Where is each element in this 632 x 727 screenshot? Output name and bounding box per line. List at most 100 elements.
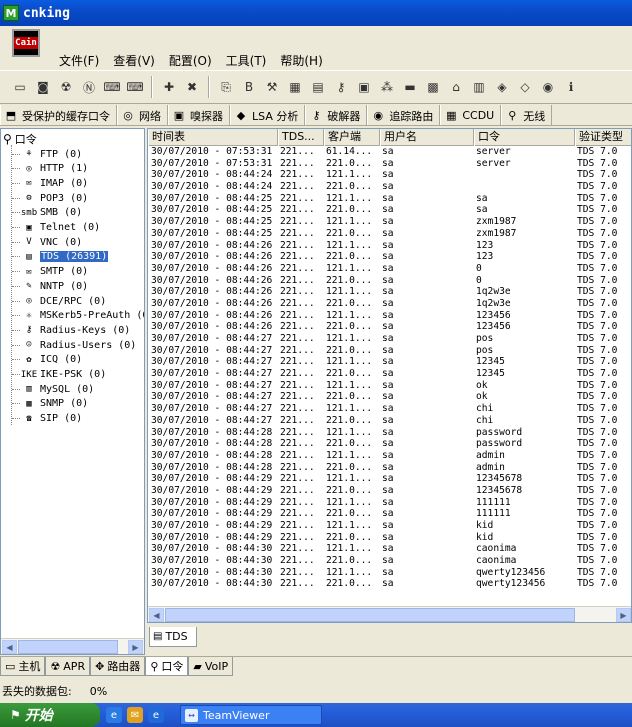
- monitor-icon[interactable]: ▬: [400, 77, 420, 97]
- protocol-tree[interactable]: ⚲ 口令 ⚘ FTP (0) ◎ HTTP (1) ✉ IMAP (0) ⚙ POP3 (0)…: [0, 128, 145, 655]
- base64-icon[interactable]: B: [239, 77, 259, 97]
- tree-item[interactable]: ⚙ POP3 (0): [12, 191, 88, 205]
- table-row[interactable]: 30/07/2010 - 08:44:30 221... 221.0... sa cao…: [148, 555, 631, 567]
- table-row[interactable]: 30/07/2010 - 08:44:29 221... 221.0... sa 123…: [148, 485, 631, 497]
- table-row[interactable]: 30/07/2010 - 08:44:25 221... 221.0... sa zxm…: [148, 228, 631, 240]
- tree-item[interactable]: ✿ ICQ (0): [12, 353, 82, 367]
- table-row[interactable]: 30/07/2010 - 08:44:27 221... 221.0... sa 123…: [148, 368, 631, 380]
- table-row[interactable]: 30/07/2010 - 08:44:30 221... 121.1... sa cao…: [148, 543, 631, 555]
- tab-sniffer[interactable]: ▣ 嗅探器: [168, 105, 230, 125]
- tree-horizontal-scrollbar[interactable]: ◀ ▶: [1, 638, 144, 654]
- tab-lsa[interactable]: ◆ LSA 分析: [230, 105, 306, 125]
- tree-item[interactable]: ☺ Radius-Users (0): [12, 338, 136, 352]
- scroll-right-icon[interactable]: ▶: [616, 608, 631, 622]
- column-header[interactable]: 客户端: [324, 129, 380, 146]
- table-row[interactable]: 30/07/2010 - 07:53:31 221... 221.0... sa ser…: [148, 158, 631, 170]
- tree-item[interactable]: ⚷ Radius-Keys (0): [12, 323, 130, 337]
- table-row[interactable]: 30/07/2010 - 08:44:25 221... 121.1... sa zxm…: [148, 216, 631, 228]
- table-row[interactable]: 30/07/2010 - 08:44:26 221... 121.1... sa 1q2…: [148, 286, 631, 298]
- tree-item[interactable]: smb SMB (0): [12, 206, 82, 220]
- table-row[interactable]: 30/07/2010 - 08:44:28 221... 121.1... sa adm…: [148, 450, 631, 462]
- tool-icon[interactable]: ⚒: [262, 77, 282, 97]
- tree-item[interactable]: ⚘ FTP (0): [12, 147, 82, 161]
- info-icon[interactable]: ℹ: [561, 77, 581, 97]
- menu-item-3[interactable]: 工具(T): [219, 52, 274, 69]
- table-row[interactable]: 30/07/2010 - 08:44:27 221... 221.0... sa pos…: [148, 345, 631, 357]
- house-icon[interactable]: ⌂: [446, 77, 466, 97]
- tree-item[interactable]: ✉ IMAP (0): [12, 176, 88, 190]
- tree-item[interactable]: ◎ HTTP (1): [12, 162, 88, 176]
- table-row[interactable]: 30/07/2010 - 08:44:28 221... 221.0... sa adm…: [148, 462, 631, 474]
- chip-icon[interactable]: ◈: [492, 77, 512, 97]
- ntlm-icon[interactable]: ▦: [285, 77, 305, 97]
- subtab-tds[interactable]: ▤ TDS: [149, 627, 197, 647]
- column-header[interactable]: 验证类型: [575, 129, 631, 146]
- table-row[interactable]: 30/07/2010 - 08:44:27 221... 221.0... sa chi…: [148, 415, 631, 427]
- column-header[interactable]: 用户名: [380, 129, 474, 146]
- bottom-tab-password[interactable]: ⚲ 口令: [145, 657, 189, 676]
- table-row[interactable]: 30/07/2010 - 08:44:27 221... 221.0... sa ok T…: [148, 391, 631, 403]
- bottom-tab-host[interactable]: ▭ 主机: [0, 657, 46, 676]
- start-button[interactable]: ⚑ 开始: [0, 703, 100, 727]
- tab-network[interactable]: ◎ 网络: [117, 105, 168, 125]
- chall-spoof-ntlm-icon[interactable]: ⌨: [125, 77, 145, 97]
- table-row[interactable]: 30/07/2010 - 08:44:29 221... 121.1... sa 111…: [148, 497, 631, 509]
- table-row[interactable]: 30/07/2010 - 08:44:29 221... 221.0... sa 111…: [148, 508, 631, 520]
- table-row[interactable]: 30/07/2010 - 08:44:28 221... 221.0... sa pas…: [148, 438, 631, 450]
- tree-item[interactable]: ▤ TDS (26391): [12, 250, 109, 264]
- table-row[interactable]: 30/07/2010 - 08:44:28 221... 121.1... sa pas…: [148, 427, 631, 439]
- tree-root[interactable]: ⚲ 口令: [3, 131, 37, 147]
- table-row[interactable]: 30/07/2010 - 08:44:29 221... 121.1... sa kid…: [148, 520, 631, 532]
- outlook-icon[interactable]: ✉: [127, 707, 143, 723]
- tab-cracker[interactable]: ⚷ 破解器: [305, 105, 368, 125]
- column-header[interactable]: 时间表: [148, 129, 278, 146]
- table-row[interactable]: 30/07/2010 - 08:44:29 221... 221.0... sa kid…: [148, 532, 631, 544]
- table-row[interactable]: 30/07/2010 - 08:44:27 221... 121.1... sa pos…: [148, 333, 631, 345]
- table-row[interactable]: 30/07/2010 - 08:44:26 221... 121.1... sa 123…: [148, 310, 631, 322]
- ie2-icon[interactable]: e: [148, 707, 164, 723]
- tree-item[interactable]: ▥ MySQL (0): [12, 382, 94, 396]
- scroll-thumb[interactable]: [165, 608, 575, 622]
- sign-icon[interactable]: ◇: [515, 77, 535, 97]
- table-row[interactable]: 30/07/2010 - 08:44:25 221... 121.1... sa sa T…: [148, 193, 631, 205]
- tree-item[interactable]: V VNC (0): [12, 235, 82, 249]
- table-row[interactable]: 30/07/2010 - 08:44:24 221... 221.0... sa TDS…: [148, 181, 631, 193]
- cert-icon[interactable]: ▣: [354, 77, 374, 97]
- capture-icon[interactable]: ◙: [33, 77, 53, 97]
- decode-icon[interactable]: ⎘: [216, 77, 236, 97]
- tab-wireless[interactable]: ⚲ 无线: [501, 105, 553, 125]
- table-row[interactable]: 30/07/2010 - 08:44:24 221... 121.1... sa TDS…: [148, 169, 631, 181]
- mpp-icon[interactable]: ▤: [308, 77, 328, 97]
- scroll-left-icon[interactable]: ◀: [149, 608, 164, 622]
- bottom-tab-apr[interactable]: ☢ APR: [45, 657, 91, 676]
- table-row[interactable]: 30/07/2010 - 08:44:26 221... 121.1... sa 0 TD…: [148, 263, 631, 275]
- table-row[interactable]: 30/07/2010 - 08:44:27 221... 121.1... sa 123…: [148, 356, 631, 368]
- table-row[interactable]: 30/07/2010 - 08:44:27 221... 121.1... sa chi…: [148, 403, 631, 415]
- table-row[interactable]: 30/07/2010 - 08:44:26 221... 221.0... sa 123…: [148, 251, 631, 263]
- table-row[interactable]: 30/07/2010 - 08:44:26 221... 221.0... sa 1q2…: [148, 298, 631, 310]
- table-row[interactable]: 30/07/2010 - 08:44:26 221... 221.0... sa 0 TD…: [148, 275, 631, 287]
- tree-item[interactable]: ⚛ MSKerb5-PreAuth (0): [12, 309, 144, 323]
- table-row[interactable]: 30/07/2010 - 08:44:29 221... 121.1... sa 123…: [148, 473, 631, 485]
- folder-icon[interactable]: ▭: [10, 77, 30, 97]
- menu-item-2[interactable]: 配置(O): [162, 52, 219, 69]
- menu-item-4[interactable]: 帮助(H): [273, 52, 329, 69]
- scroll-left-icon[interactable]: ◀: [2, 640, 17, 654]
- tab-cache[interactable]: ⬒ 受保护的缓存口令: [0, 105, 117, 125]
- table-row[interactable]: 30/07/2010 - 08:44:26 221... 221.0... sa 123…: [148, 321, 631, 333]
- lock-icon[interactable]: ◉: [538, 77, 558, 97]
- table-row[interactable]: 30/07/2010 - 08:44:25 221... 221.0... sa sa T…: [148, 204, 631, 216]
- table-row[interactable]: 30/07/2010 - 08:44:30 221... 221.0... sa qwe…: [148, 578, 631, 590]
- table-row[interactable]: 30/07/2010 - 08:44:27 221... 121.1... sa ok T…: [148, 380, 631, 392]
- table-row[interactable]: 30/07/2010 - 08:44:26 221... 121.1... sa 123…: [148, 240, 631, 252]
- add-icon[interactable]: ✚: [159, 77, 179, 97]
- table-row[interactable]: 30/07/2010 - 08:44:30 221... 121.1... sa qwe…: [148, 567, 631, 579]
- tab-ccdu[interactable]: ▦ CCDU: [440, 105, 502, 125]
- column-header[interactable]: TDS...: [278, 129, 324, 146]
- menu-item-1[interactable]: 查看(V): [106, 52, 162, 69]
- grid-icon[interactable]: ▩: [423, 77, 443, 97]
- remove-icon[interactable]: ✖: [182, 77, 202, 97]
- radiation-icon[interactable]: ☢: [56, 77, 76, 97]
- network-icon[interactable]: ▥: [469, 77, 489, 97]
- grid-horizontal-scrollbar[interactable]: ◀ ▶: [148, 606, 631, 622]
